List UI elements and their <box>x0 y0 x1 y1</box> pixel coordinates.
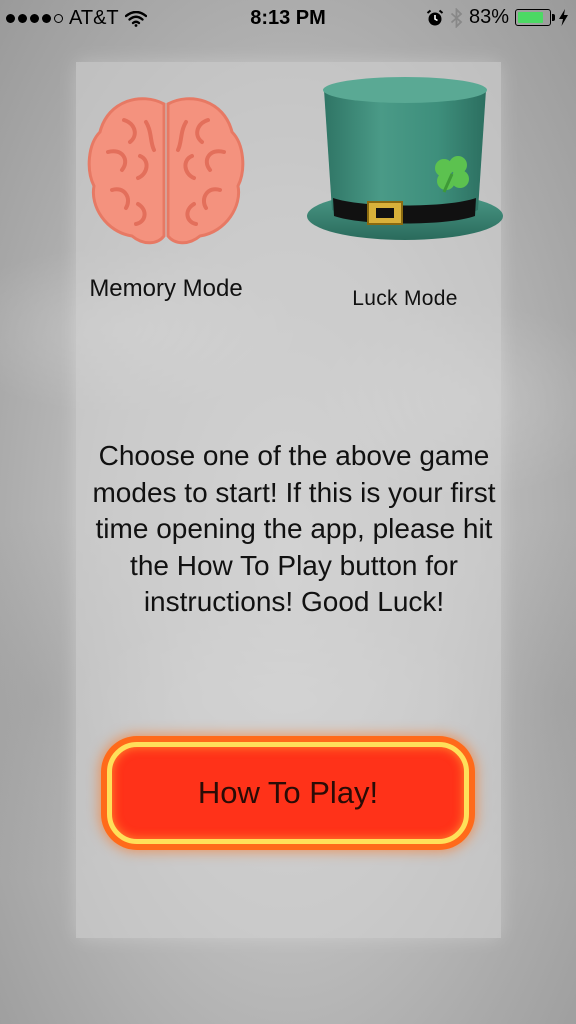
memory-mode-button[interactable]: Memory Mode <box>78 86 254 303</box>
battery-icon <box>515 9 555 26</box>
bluetooth-icon <box>450 7 463 28</box>
how-to-play-button[interactable]: How To Play! <box>107 742 469 844</box>
leprechaun-hat-icon <box>307 77 503 240</box>
luck-mode-label: Luck Mode <box>352 287 458 310</box>
memory-mode-label: Memory Mode <box>89 275 243 302</box>
alarm-icon <box>426 9 444 25</box>
status-right: 83% <box>426 6 568 29</box>
battery-level <box>518 12 543 23</box>
how-to-play-label: How To Play! <box>197 775 379 810</box>
instructions-text: Choose one of the above game modes to st… <box>92 440 496 617</box>
battery-percent: 83% <box>468 6 509 28</box>
luck-mode-button[interactable]: Luck Mode <box>300 70 510 311</box>
status-bar: AT&T 8:13 PM 83% <box>0 0 576 38</box>
brain-icon <box>87 97 245 245</box>
charging-bolt-icon <box>559 9 568 26</box>
